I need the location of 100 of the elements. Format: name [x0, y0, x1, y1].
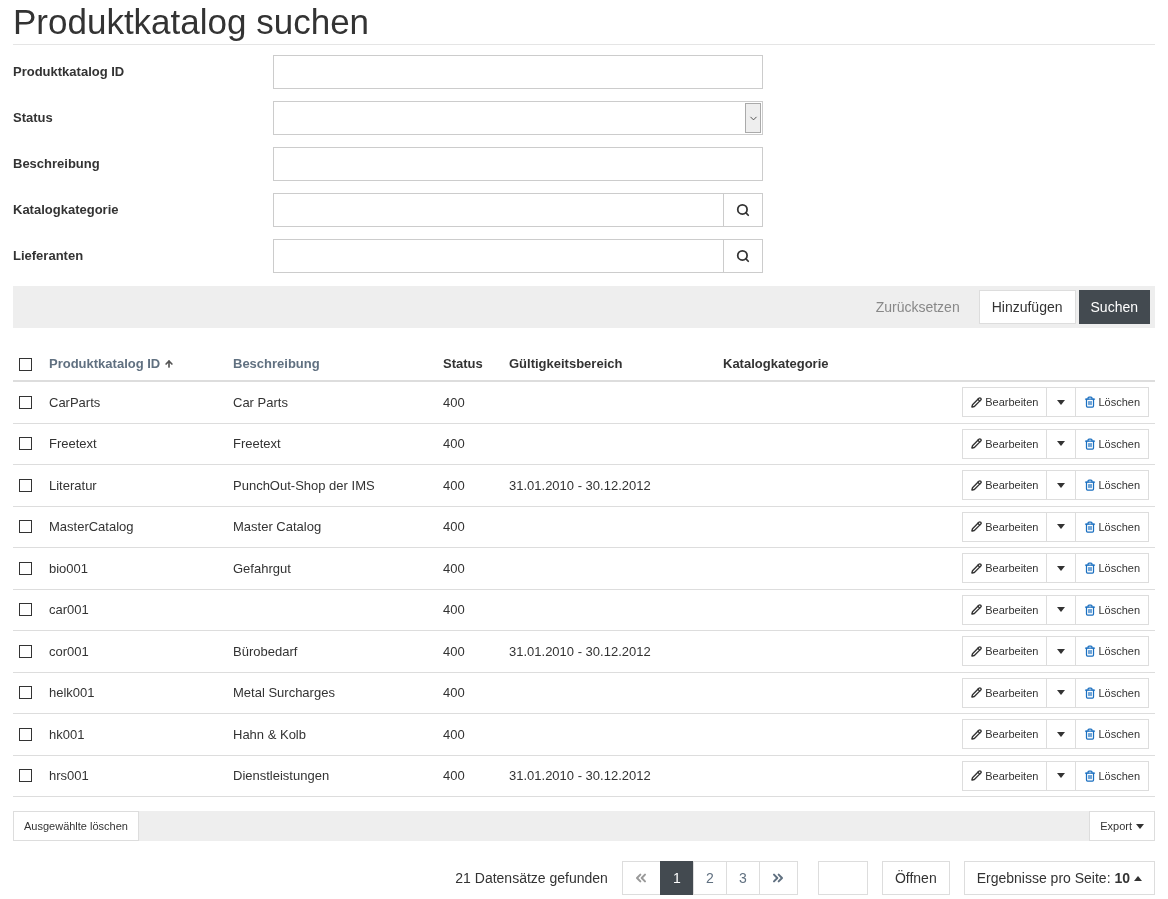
dropdown-toggle[interactable] [1046, 470, 1077, 501]
export-button[interactable]: Export [1089, 811, 1155, 841]
column-header[interactable]: Produktkatalog ID [49, 354, 161, 374]
table-cell: hrs001 [49, 768, 89, 783]
table-cell: Master Catalog [233, 519, 322, 534]
dropdown-toggle[interactable] [1046, 719, 1077, 750]
search-icon [736, 249, 750, 263]
edit-button[interactable]: Bearbeiten [962, 760, 1048, 791]
delete-button[interactable]: Löschen [1075, 553, 1149, 584]
dropdown-toggle[interactable] [1046, 428, 1077, 459]
delete-button[interactable]: Löschen [1075, 387, 1149, 418]
open-button[interactable]: Öffnen [881, 861, 950, 895]
delete-button[interactable]: Löschen [1075, 594, 1149, 625]
table-cell: Metal Surcharges [233, 685, 335, 700]
checkbox[interactable] [19, 357, 32, 371]
delete-button[interactable]: Löschen [1075, 719, 1149, 750]
pencil-icon [971, 521, 983, 533]
page-button[interactable]: 1 [659, 861, 694, 895]
edit-button[interactable]: Bearbeiten [962, 677, 1048, 708]
record-count: 21 Datensätze gefunden [455, 868, 608, 888]
delete-button[interactable]: Löschen [1075, 470, 1149, 501]
checkbox[interactable] [19, 395, 32, 409]
text-field[interactable] [273, 239, 724, 273]
edit-button[interactable]: Bearbeiten [962, 470, 1048, 501]
edit-button[interactable]: Bearbeiten [962, 636, 1048, 667]
pencil-icon [971, 438, 983, 450]
delete-button[interactable]: Löschen [1075, 677, 1149, 708]
dropdown-toggle[interactable] [1046, 594, 1077, 625]
dropdown-toggle[interactable] [1046, 553, 1077, 584]
text-field[interactable] [273, 193, 724, 227]
last-page-button[interactable] [758, 861, 798, 895]
table-cell: 31.01.2010 - 30.12.2012 [509, 768, 651, 783]
table-cell: Freetext [49, 436, 97, 451]
caret-icon [1057, 690, 1066, 696]
delete-button[interactable]: Löschen [1075, 636, 1149, 667]
search-icon [736, 203, 750, 217]
table-cell: 400 [443, 685, 465, 700]
column-header: Gültigkeitsbereich [509, 355, 623, 374]
table-cell: 400 [443, 477, 465, 493]
caret-icon [1057, 731, 1066, 737]
caret-icon [1057, 565, 1066, 571]
delete-button[interactable]: Löschen [1075, 428, 1149, 459]
table-cell: 400 [443, 394, 465, 410]
text-field[interactable] [273, 147, 763, 181]
column-header[interactable]: Beschreibung [233, 354, 320, 374]
search-button[interactable] [723, 193, 763, 227]
page-title: Produktkatalog suchen [13, 0, 1155, 45]
table-cell: 400 [443, 768, 465, 783]
pencil-icon [971, 479, 983, 491]
caret-icon [1057, 648, 1066, 654]
checkbox[interactable] [19, 478, 32, 492]
pencil-icon [971, 604, 983, 616]
checkbox[interactable] [19, 437, 32, 451]
edit-button[interactable]: Bearbeiten [962, 387, 1048, 418]
caret-icon [1057, 607, 1066, 613]
dropdown-toggle[interactable] [1046, 511, 1077, 542]
page-number-field[interactable] [817, 861, 868, 895]
trash-icon [1084, 562, 1097, 575]
column-header: Status [443, 355, 483, 374]
text-field[interactable] [273, 55, 763, 89]
add-button[interactable]: Hinzufügen [978, 290, 1076, 324]
table-cell: helk001 [49, 685, 95, 700]
edit-button[interactable]: Bearbeiten [962, 553, 1048, 584]
checkbox[interactable] [19, 561, 32, 575]
checkbox[interactable] [19, 644, 32, 658]
checkbox[interactable] [19, 727, 32, 741]
checkbox[interactable] [19, 686, 32, 700]
pencil-icon [971, 770, 983, 782]
trash-icon [1084, 686, 1097, 699]
table-cell: cor001 [49, 643, 89, 659]
delete-button[interactable]: Löschen [1075, 511, 1149, 542]
checkbox[interactable] [19, 520, 32, 534]
delete-selected-button[interactable]: Ausgewählte löschen [13, 811, 139, 841]
field-label: Beschreibung [13, 155, 101, 174]
select-field[interactable] [273, 101, 763, 135]
search-button[interactable]: Suchen [1078, 290, 1150, 324]
checkbox[interactable] [19, 603, 32, 617]
pencil-icon [971, 728, 983, 740]
per-page-button[interactable]: Ergebnisse pro Seite: 10 [963, 861, 1155, 895]
trash-icon [1084, 603, 1097, 616]
page-button[interactable]: 3 [725, 861, 760, 895]
dropdown-toggle[interactable] [1046, 677, 1077, 708]
dropdown-toggle[interactable] [1046, 760, 1077, 791]
page-button[interactable]: 2 [692, 861, 727, 895]
dropdown-toggle[interactable] [1046, 636, 1077, 667]
delete-button[interactable]: Löschen [1075, 760, 1149, 791]
caret-icon [1057, 773, 1066, 779]
edit-button[interactable]: Bearbeiten [962, 594, 1048, 625]
edit-button[interactable]: Bearbeiten [962, 719, 1048, 750]
table-cell: 400 [443, 643, 465, 659]
table-cell: 400 [443, 560, 465, 576]
dropdown-toggle[interactable] [1046, 387, 1077, 418]
table-cell: CarParts [49, 394, 101, 410]
edit-button[interactable]: Bearbeiten [962, 428, 1048, 459]
search-button[interactable] [723, 239, 763, 273]
pencil-icon [971, 687, 983, 699]
edit-button[interactable]: Bearbeiten [962, 511, 1048, 542]
table-cell: PunchOut-Shop der IMS [233, 477, 375, 493]
checkbox[interactable] [19, 769, 32, 783]
pencil-icon [971, 396, 983, 408]
